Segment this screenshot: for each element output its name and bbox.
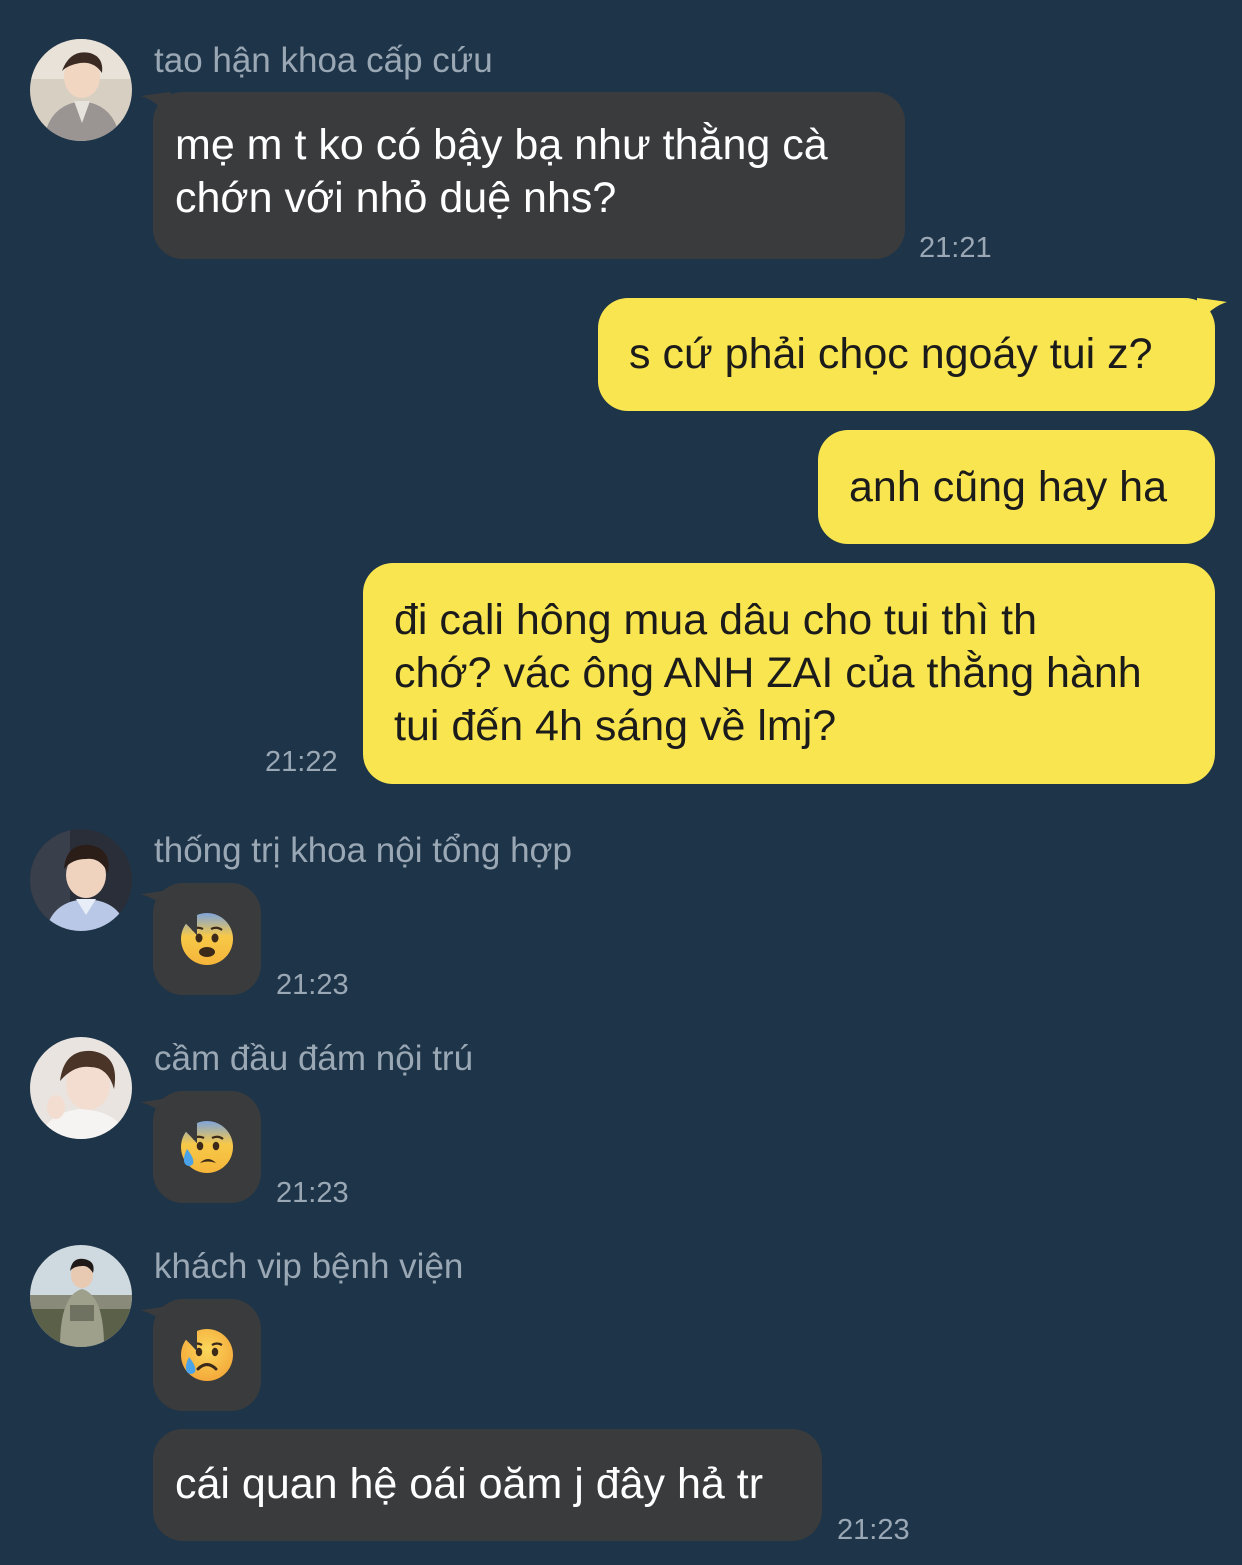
message-bubble-incoming[interactable]: cái quan hệ oái oăm j đây hả tr bbox=[153, 1429, 822, 1541]
sender-name: khách vip bệnh viện bbox=[154, 1247, 464, 1286]
message-bubble-incoming[interactable]: mẹ m t ko có bậy bạ như thằng cà chớn vớ… bbox=[141, 92, 905, 259]
emoji-message-bubble[interactable] bbox=[141, 1299, 261, 1411]
avatar-photo-icon bbox=[30, 39, 132, 141]
message-line: đi cali hông mua dâu cho tui thì th bbox=[394, 596, 1038, 644]
avatar-photo-icon bbox=[30, 1037, 132, 1139]
avatar-sender-3[interactable] bbox=[30, 1037, 132, 1139]
message-bubble-outgoing[interactable]: đi cali hông mua dâu cho tui thì th chớ?… bbox=[363, 563, 1215, 784]
message-timestamp: 21:22 bbox=[265, 746, 338, 778]
avatar-sender-4[interactable] bbox=[30, 1245, 132, 1347]
sender-name: cầm đầu đám nội trú bbox=[154, 1039, 474, 1078]
message-timestamp: 21:23 bbox=[276, 969, 349, 1001]
message-line: anh cũng hay ha bbox=[849, 463, 1167, 511]
bubble-tail-icon bbox=[141, 1094, 197, 1144]
message-line: mẹ m t ko có bậy bạ như thằng cà bbox=[175, 121, 828, 169]
avatar-sender-1[interactable] bbox=[30, 39, 132, 141]
avatar-sender-2[interactable] bbox=[30, 829, 132, 931]
bubble-tail-icon bbox=[141, 1302, 197, 1352]
avatar-photo-icon bbox=[30, 1245, 132, 1347]
message-timestamp: 21:23 bbox=[276, 1177, 349, 1209]
message-line: chớ? vác ông ANH ZAI của thằng hành bbox=[394, 649, 1142, 697]
sender-name: tao hận khoa cấp cứu bbox=[154, 41, 493, 80]
emoji-message-bubble[interactable] bbox=[141, 883, 261, 995]
message-bubble-outgoing[interactable]: anh cũng hay ha bbox=[818, 430, 1215, 544]
message-timestamp: 21:23 bbox=[837, 1514, 910, 1546]
message-line: chớn với nhỏ duệ nhs? bbox=[175, 174, 617, 222]
message-bubble-outgoing[interactable]: s cứ phải chọc ngoáy tui z? bbox=[598, 298, 1227, 411]
message-line: cái quan hệ oái oăm j đây hả tr bbox=[175, 1460, 764, 1508]
message-line: s cứ phải chọc ngoáy tui z? bbox=[629, 330, 1153, 378]
bubble-tail-icon bbox=[141, 886, 197, 936]
sender-name: thống trị khoa nội tổng hợp bbox=[154, 831, 572, 870]
bubble-tail-icon bbox=[1197, 298, 1227, 324]
bubble-tail-icon bbox=[141, 92, 171, 118]
emoji-message-bubble[interactable] bbox=[141, 1091, 261, 1203]
message-timestamp: 21:21 bbox=[919, 232, 992, 264]
message-line: tui đến 4h sáng về lmj? bbox=[394, 702, 837, 750]
avatar-photo-icon bbox=[30, 829, 132, 931]
